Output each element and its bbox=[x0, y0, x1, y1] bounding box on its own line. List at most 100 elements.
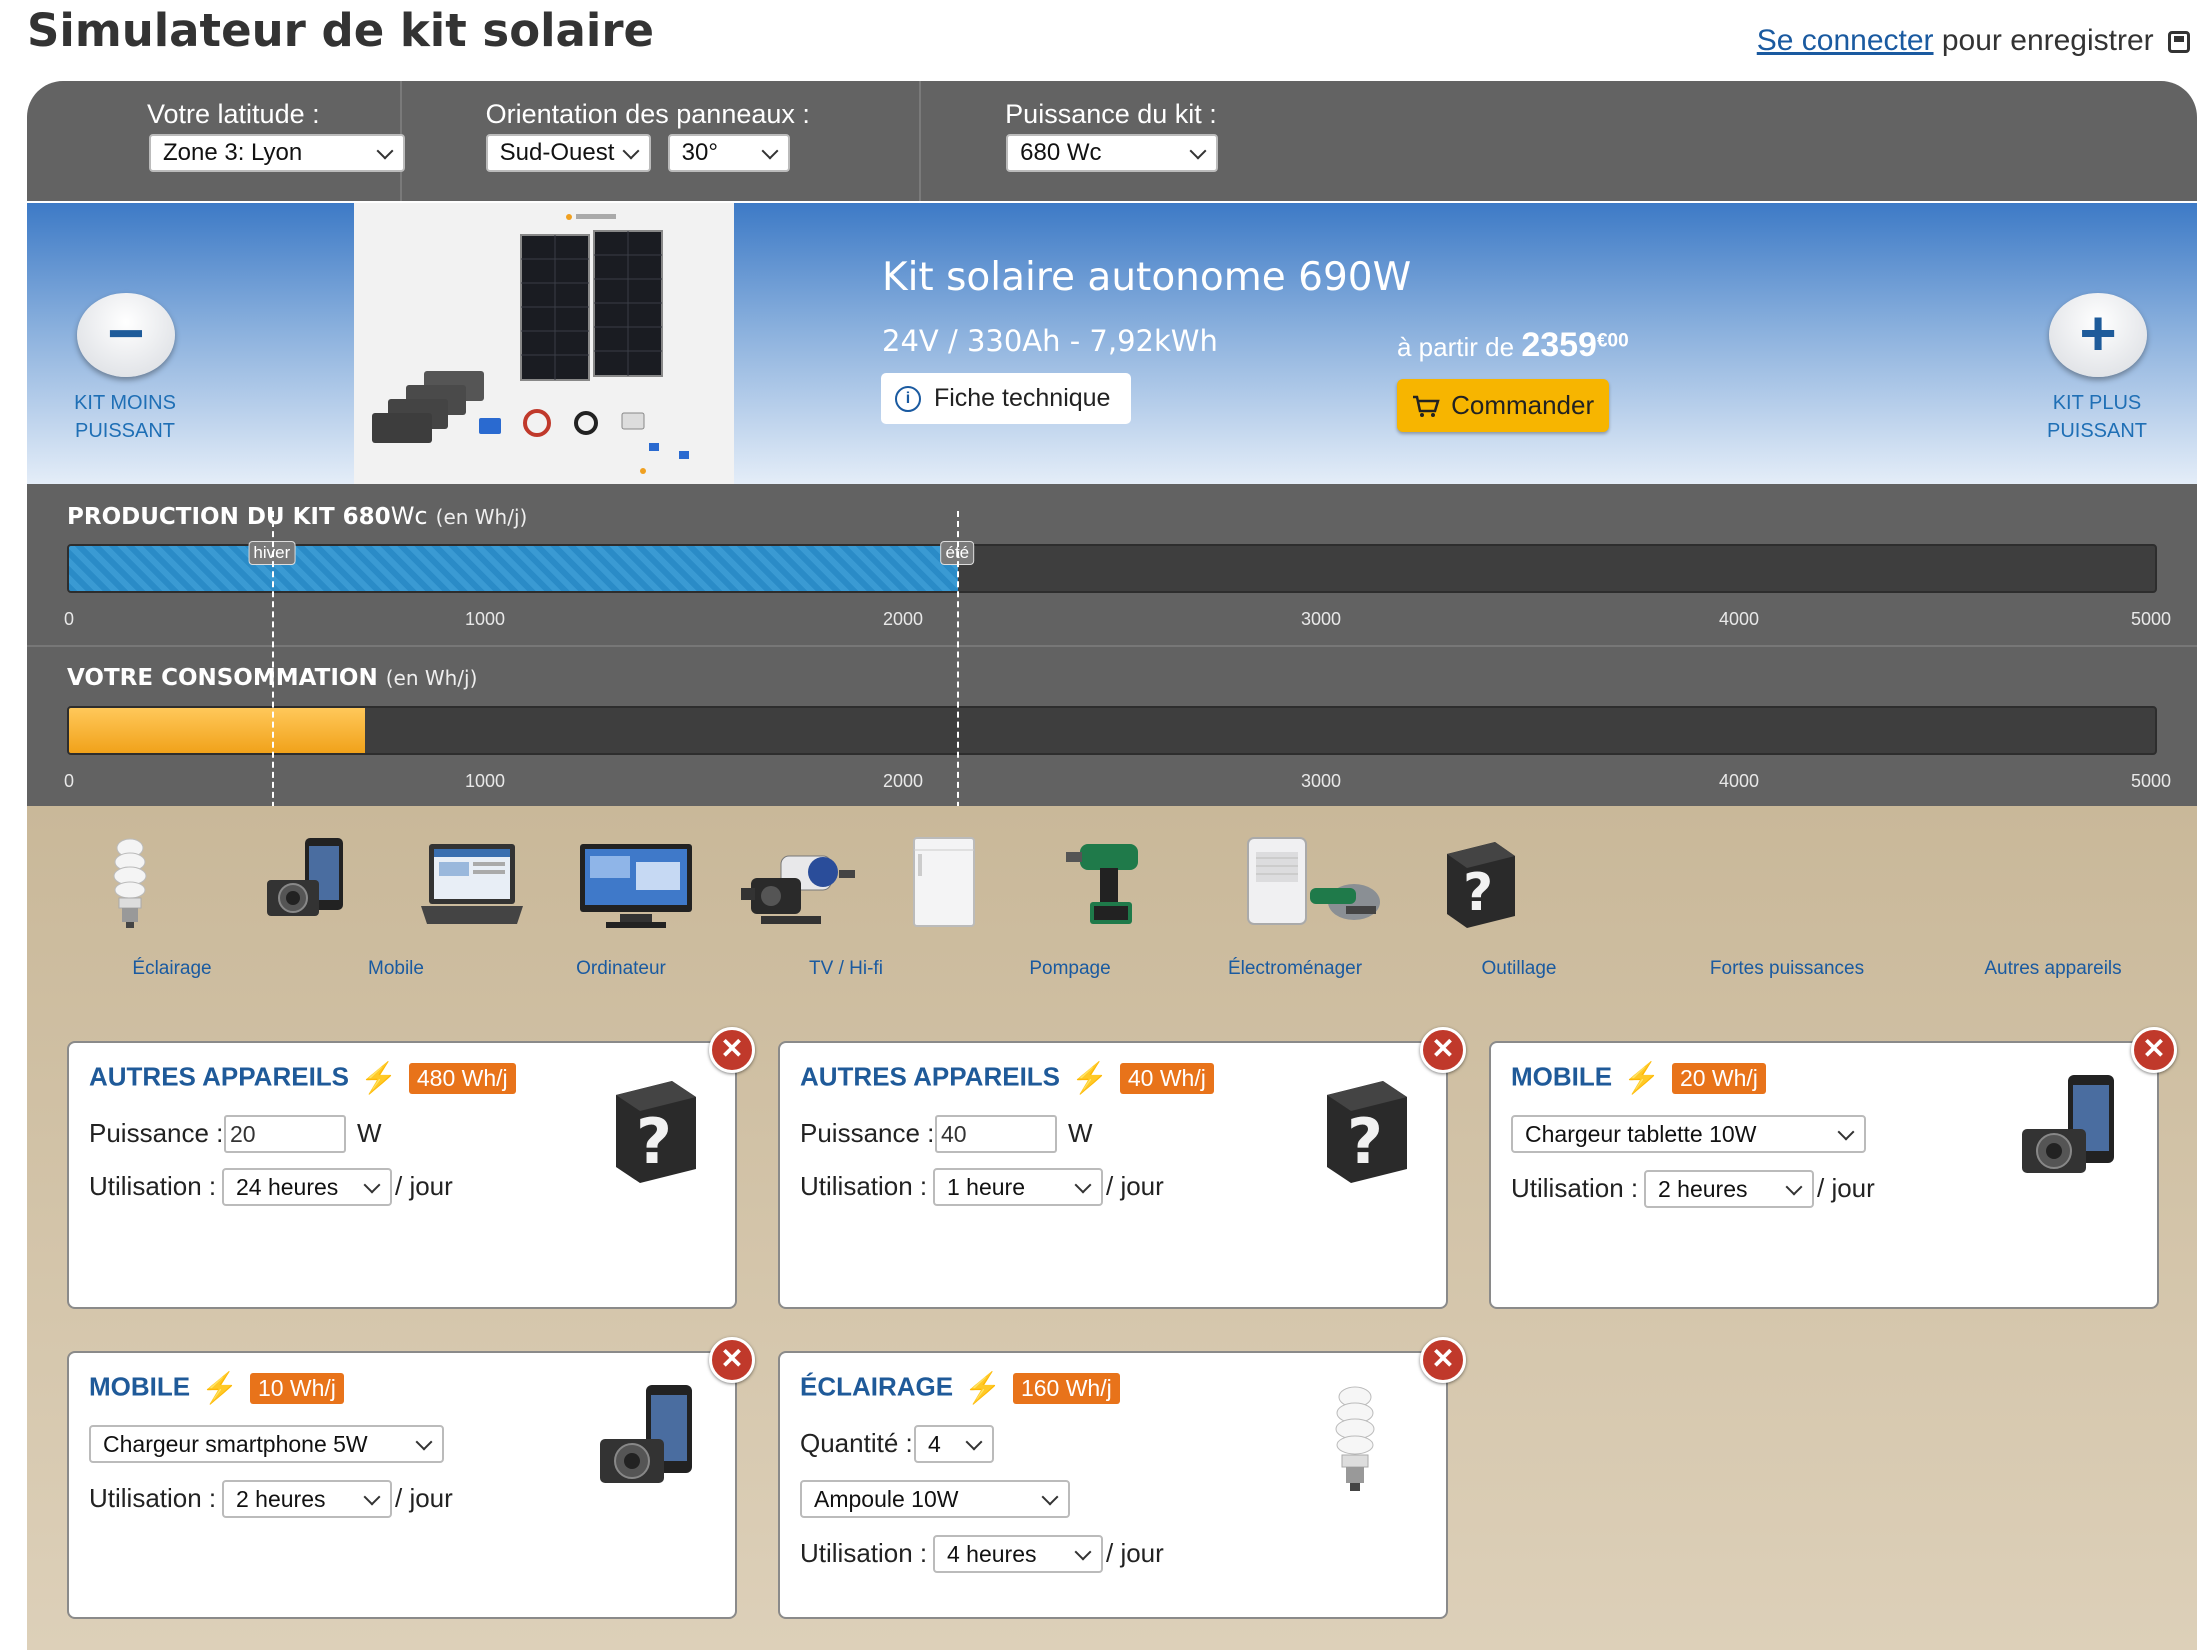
category-tv-hifi[interactable]: TV / Hi-fi bbox=[736, 958, 956, 980]
latitude-select[interactable]: Zone 3: Lyon bbox=[149, 134, 405, 172]
commander-label: Commander bbox=[1451, 390, 1595, 420]
prev-kit-button[interactable]: − bbox=[77, 293, 175, 377]
winter-line bbox=[271, 511, 274, 828]
kit-product-image bbox=[354, 203, 734, 484]
scale-tick: 4000 bbox=[1718, 609, 1760, 629]
next-kit-label[interactable]: KIT PLUS PUISSANT bbox=[2022, 389, 2172, 445]
usage-select[interactable]: 1 heure bbox=[933, 1168, 1103, 1206]
usage-label: Utilisation : bbox=[89, 1171, 217, 1201]
phone-camera-icon[interactable] bbox=[263, 836, 353, 931]
svg-text:?: ? bbox=[1463, 863, 1493, 923]
production-unit-note: (en Wh/j) bbox=[435, 505, 528, 529]
power-select[interactable]: 680 Wc bbox=[1006, 134, 1219, 172]
chevron-down-icon bbox=[363, 1488, 381, 1506]
category-eclairage[interactable]: Éclairage bbox=[62, 958, 282, 980]
remove-card-button[interactable]: ✕ bbox=[1420, 1337, 1466, 1383]
category-mobile[interactable]: Mobile bbox=[286, 958, 506, 980]
quantity-select[interactable]: 4 bbox=[914, 1425, 994, 1463]
category-ordinateur[interactable]: Ordinateur bbox=[511, 958, 731, 980]
prev-kit-label[interactable]: KIT MOINS PUISSANT bbox=[50, 389, 200, 445]
consumption-bar bbox=[67, 706, 2157, 755]
usage-select[interactable]: 24 heures bbox=[222, 1168, 392, 1206]
lightning-icon: ⚡ bbox=[1071, 1062, 1109, 1095]
lightning-icon: ⚡ bbox=[964, 1372, 1002, 1405]
appliance-card: MOBILE ⚡ 10 Wh/j ✕ Chargeur smartphone 5… bbox=[67, 1337, 755, 1619]
scale-tick: 0 bbox=[63, 771, 75, 791]
drill-icon[interactable] bbox=[1066, 836, 1156, 931]
usage-suffix: / jour bbox=[1817, 1173, 1875, 1203]
price-line: à partir de 2359€00 bbox=[1397, 326, 1629, 365]
scale-tick: 5000 bbox=[2130, 771, 2172, 791]
chevron-down-icon bbox=[363, 1176, 381, 1194]
laptop-icon[interactable] bbox=[417, 842, 527, 932]
usage-suffix: / jour bbox=[395, 1171, 453, 1201]
scale-tick: 3000 bbox=[1300, 609, 1342, 629]
usage-label: Utilisation : bbox=[1511, 1173, 1639, 1203]
svg-text:?: ? bbox=[1347, 1105, 1383, 1178]
power-unit: W bbox=[357, 1118, 382, 1148]
remove-card-button[interactable]: ✕ bbox=[709, 1027, 755, 1073]
next-kit-label-line-1: KIT PLUS bbox=[2052, 392, 2142, 414]
scale-tick: 1000 bbox=[464, 609, 506, 629]
fiche-technique-label: Fiche technique bbox=[933, 384, 1111, 412]
category-electromenager[interactable]: Électroménager bbox=[1185, 958, 1405, 980]
chevron-down-icon bbox=[1189, 142, 1207, 160]
simulator: Votre latitude : Zone 3: Lyon Orientatio… bbox=[27, 81, 2197, 1650]
fridge-icon[interactable] bbox=[904, 836, 984, 931]
tilt-select[interactable]: 30° bbox=[667, 134, 790, 172]
remove-card-button[interactable]: ✕ bbox=[709, 1337, 755, 1383]
chevron-down-icon bbox=[761, 142, 779, 160]
lightning-icon: ⚡ bbox=[360, 1062, 398, 1095]
device-select[interactable]: Chargeur tablette 10W bbox=[1511, 1115, 1866, 1153]
tv-icon[interactable] bbox=[576, 842, 696, 932]
device-value: Chargeur tablette 10W bbox=[1525, 1121, 1757, 1147]
top-controls: Votre latitude : Zone 3: Lyon Orientatio… bbox=[27, 81, 2197, 201]
category-pompage[interactable]: Pompage bbox=[960, 958, 1180, 980]
scale-tick: 2000 bbox=[882, 609, 924, 629]
pump-icon[interactable] bbox=[741, 842, 861, 932]
power-input[interactable]: 20 bbox=[224, 1115, 346, 1153]
power-input[interactable]: 40 bbox=[935, 1115, 1057, 1153]
category-fortes-puissances[interactable]: Fortes puissances bbox=[1677, 958, 1897, 980]
bulb-icon[interactable] bbox=[105, 836, 155, 931]
fiche-technique-button[interactable]: i Fiche technique bbox=[881, 373, 1131, 424]
heavy-appliance-icon[interactable] bbox=[1242, 836, 1392, 931]
chevron-down-icon bbox=[1837, 1123, 1855, 1141]
category-autres-appareils[interactable]: Autres appareils bbox=[1943, 958, 2163, 980]
usage-select[interactable]: 4 heures bbox=[933, 1535, 1103, 1573]
orientation-value: Sud-Ouest bbox=[499, 139, 615, 166]
quantity-label: Quantité : bbox=[800, 1428, 913, 1458]
usage-select[interactable]: 2 heures bbox=[222, 1480, 392, 1518]
card-title: MOBILE ⚡ 10 Wh/j bbox=[89, 1371, 344, 1406]
next-kit-button[interactable]: + bbox=[2049, 293, 2147, 377]
device-select[interactable]: Chargeur smartphone 5W bbox=[89, 1425, 444, 1463]
orientation-select[interactable]: Sud-Ouest bbox=[485, 134, 651, 172]
usage-suffix: / jour bbox=[1106, 1538, 1164, 1568]
consumption-badge: 40 Wh/j bbox=[1119, 1063, 1214, 1094]
usage-suffix: / jour bbox=[395, 1483, 453, 1513]
consumption-section: VOTRE CONSOMMATION (en Wh/j) 0 1000 2000 30… bbox=[27, 645, 2197, 806]
device-select[interactable]: Ampoule 10W bbox=[800, 1480, 1070, 1518]
remove-card-button[interactable]: ✕ bbox=[1420, 1027, 1466, 1073]
prev-kit-label-line-2: PUISSANT bbox=[74, 420, 176, 442]
chevron-down-icon bbox=[376, 142, 394, 160]
category-outillage[interactable]: Outillage bbox=[1409, 958, 1629, 980]
consumption-badge: 20 Wh/j bbox=[1671, 1063, 1766, 1094]
phone-camera-icon bbox=[600, 1385, 692, 1483]
commander-button[interactable]: Commander bbox=[1397, 379, 1609, 432]
card-title-text: AUTRES APPAREILS bbox=[89, 1061, 350, 1092]
power-label: Puissance du kit : bbox=[1005, 99, 1217, 129]
cart-icon bbox=[1412, 395, 1440, 418]
consumption-fill bbox=[69, 708, 366, 753]
usage-label: Utilisation : bbox=[89, 1483, 217, 1513]
plus-icon: + bbox=[2079, 297, 2117, 369]
card-title: AUTRES APPAREILS ⚡ 40 Wh/j bbox=[800, 1061, 1214, 1096]
question-box-icon[interactable]: ? bbox=[1435, 836, 1525, 931]
remove-card-button[interactable]: ✕ bbox=[2131, 1027, 2177, 1073]
usage-value: 2 heures bbox=[236, 1486, 326, 1512]
login-link[interactable]: Se connecter bbox=[1757, 24, 1934, 57]
save-icon bbox=[2168, 31, 2190, 54]
usage-select[interactable]: 2 heures bbox=[1644, 1170, 1814, 1208]
summer-line bbox=[957, 511, 960, 828]
orientation-label: Orientation des panneaux : bbox=[485, 99, 810, 129]
